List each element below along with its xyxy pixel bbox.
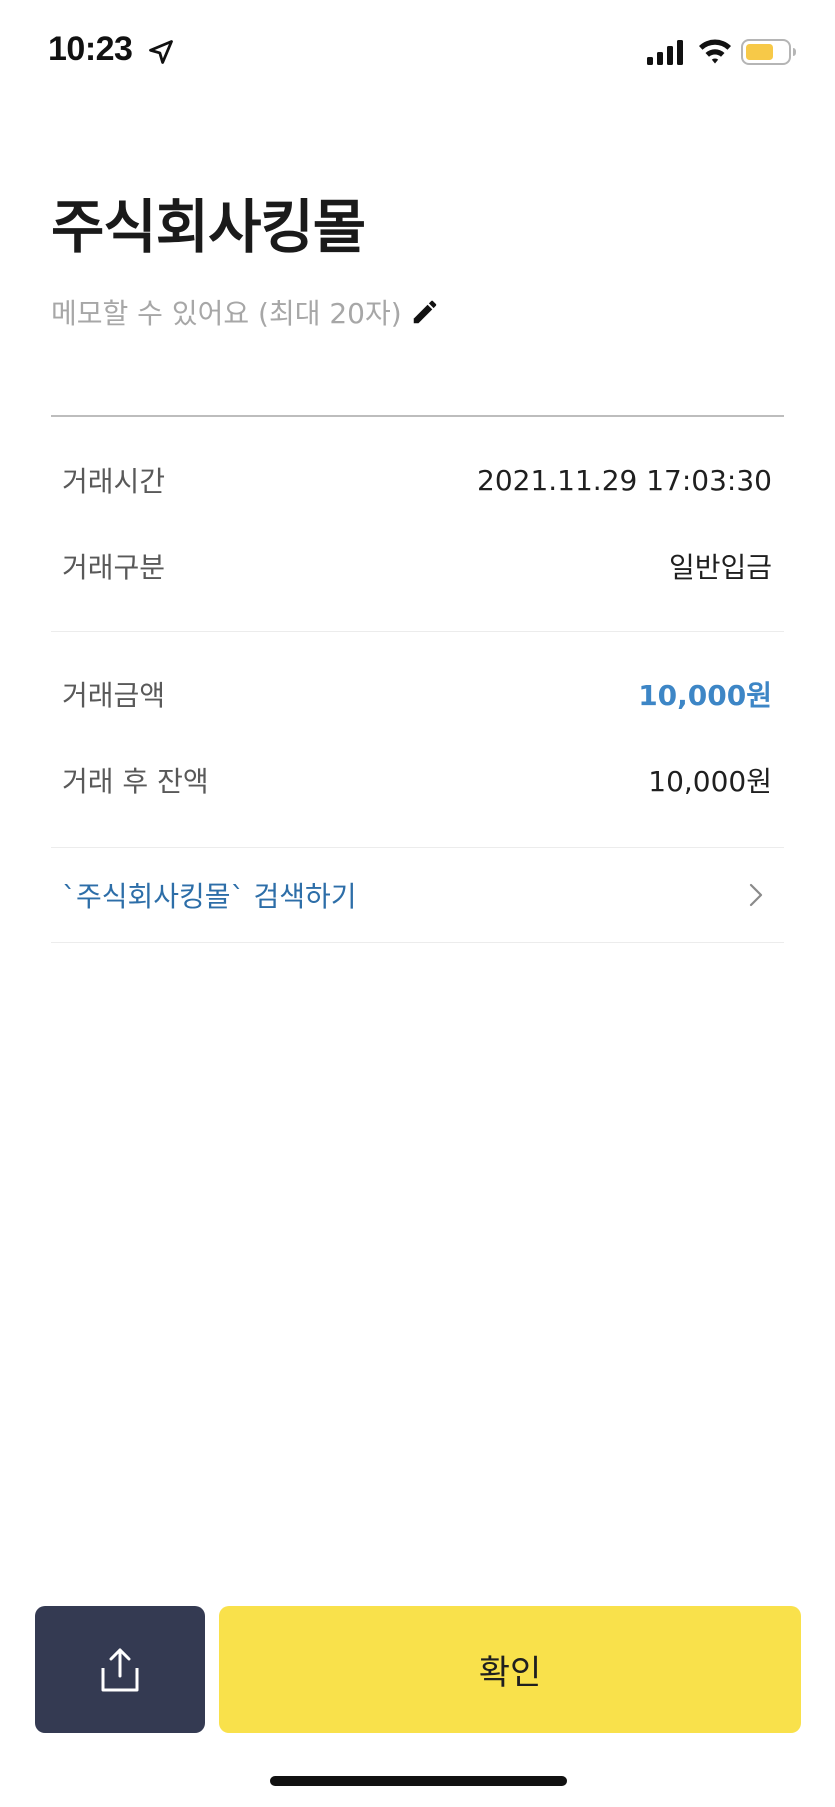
page-title: 주식회사킹몰 — [51, 193, 366, 261]
detail-value: 2021.11.29 17:03:30 — [477, 463, 772, 497]
detail-label: 거래시간 — [62, 465, 166, 498]
detail-value: 일반입금 — [668, 551, 772, 584]
battery-icon — [741, 39, 796, 65]
status-bar: 10:23 — [0, 0, 835, 110]
pencil-icon[interactable] — [410, 297, 440, 327]
section-divider — [51, 631, 784, 632]
share-icon — [101, 1648, 139, 1691]
amount-value: 10,000원 — [638, 679, 772, 712]
memo-placeholder[interactable]: 메모할 수 있어요 (최대 20자) — [51, 292, 402, 332]
home-indicator — [270, 1776, 567, 1786]
detail-value: 10,000원 — [648, 765, 772, 798]
section-divider — [51, 942, 784, 943]
header-divider — [51, 415, 784, 417]
detail-row-time: 거래시간 2021.11.29 17:03:30 — [62, 458, 772, 502]
detail-label: 거래 후 잔액 — [62, 765, 209, 798]
detail-label: 거래구분 — [62, 551, 166, 584]
wifi-icon — [699, 39, 731, 64]
memo-edit-row[interactable]: 메모할 수 있어요 (최대 20자) — [51, 290, 440, 334]
search-merchant-link[interactable]: `주식회사킹몰` 검색하기 — [51, 848, 784, 942]
detail-row-amount: 거래금액 10,000원 — [62, 672, 772, 716]
chevron-right-icon[interactable] — [744, 879, 768, 911]
cellular-signal-icon — [647, 40, 683, 65]
status-time: 10:23 — [48, 30, 133, 68]
detail-row-type: 거래구분 일반입금 — [62, 544, 772, 588]
location-arrow-icon — [149, 40, 173, 64]
detail-row-balance: 거래 후 잔액 10,000원 — [62, 758, 772, 802]
detail-label: 거래금액 — [62, 679, 166, 712]
share-button[interactable] — [35, 1606, 205, 1733]
search-link-text[interactable]: `주식회사킹몰` 검색하기 — [62, 875, 357, 915]
confirm-button[interactable]: 확인 — [219, 1606, 801, 1733]
